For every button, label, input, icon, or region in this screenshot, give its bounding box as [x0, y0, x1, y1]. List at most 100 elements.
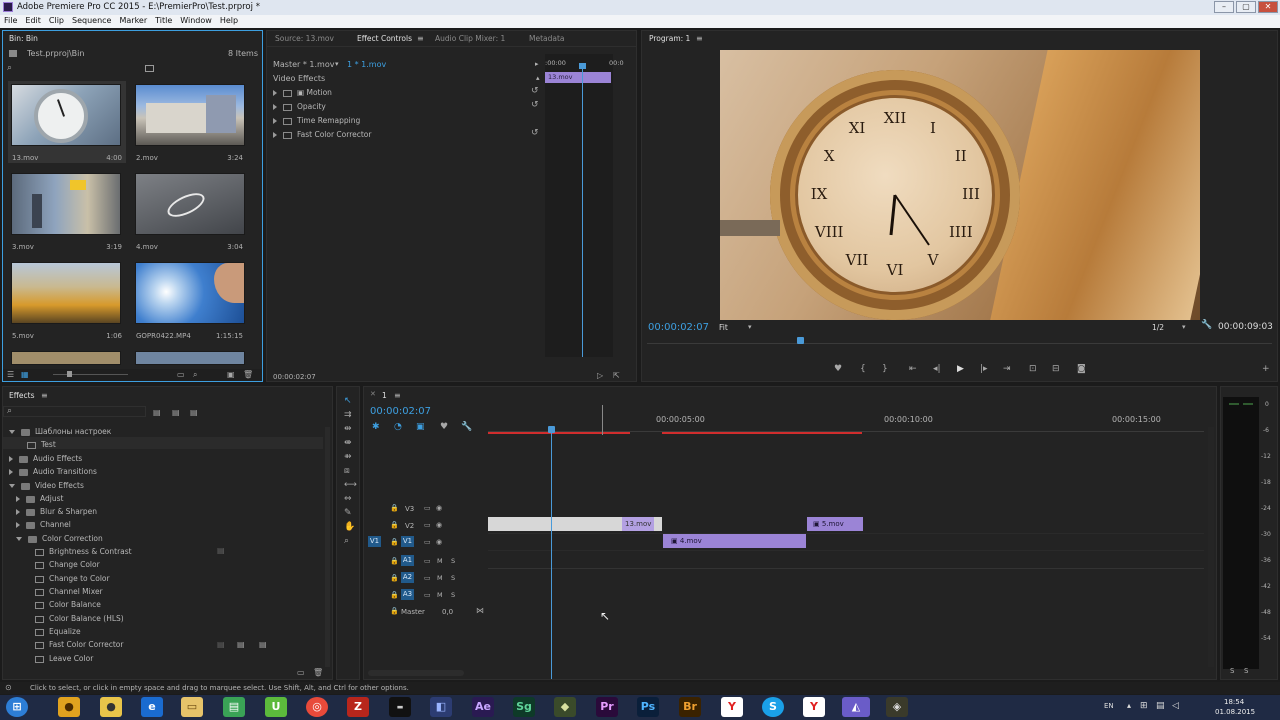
- thumbnail-more[interactable]: [11, 351, 121, 365]
- lock-icon[interactable]: 🔒: [390, 504, 399, 513]
- effect-opacity[interactable]: Opacity: [273, 102, 326, 111]
- taskbar-app-icon[interactable]: ◧: [430, 697, 452, 717]
- menu-icon[interactable]: ≡: [41, 391, 48, 400]
- network-icon[interactable]: ▤: [1156, 701, 1165, 711]
- export-frame-icon[interactable]: ◙: [1077, 365, 1086, 374]
- master-track-value[interactable]: 0,0: [442, 608, 453, 616]
- track-label-a3[interactable]: A3: [401, 589, 414, 600]
- chevron-down-icon[interactable]: ▾: [335, 60, 339, 68]
- tray-arrow-icon[interactable]: ▴: [1127, 701, 1131, 710]
- extract-icon[interactable]: ⊟: [1052, 365, 1060, 374]
- menu-title[interactable]: Title: [151, 15, 176, 25]
- icon-view-icon[interactable]: ▦: [21, 370, 29, 379]
- add-marker-icon[interactable]: ▣: [416, 423, 425, 432]
- solo-button[interactable]: S: [451, 591, 455, 599]
- zoom-tool-icon[interactable]: ⌕: [344, 537, 349, 546]
- new-bin-icon[interactable]: ▭: [177, 370, 185, 379]
- slip-tool-icon[interactable]: ⟷: [344, 481, 357, 490]
- yandex-browser-icon[interactable]: Y: [803, 697, 825, 717]
- mute-button[interactable]: M: [437, 557, 443, 565]
- effect-controls-timecode[interactable]: 00:00:02:07: [273, 373, 316, 381]
- play-icon[interactable]: ▶: [957, 365, 964, 374]
- thumbnail-more[interactable]: [135, 351, 245, 365]
- lock-icon[interactable]: 🔒: [390, 607, 399, 616]
- tree-presets[interactable]: Шаблоны настроек: [9, 427, 111, 436]
- reset-icon[interactable]: ↺: [531, 87, 539, 96]
- reset-icon[interactable]: ↺: [531, 129, 539, 138]
- track-select-tool-icon[interactable]: ⇉: [344, 411, 352, 420]
- resolution-select[interactable]: 1/2: [1152, 323, 1164, 332]
- lock-icon[interactable]: 🔒: [390, 591, 399, 600]
- taskbar-browser-icon[interactable]: e: [141, 697, 163, 717]
- rate-stretch-tool-icon[interactable]: ⇻: [344, 453, 352, 462]
- program-timeruler[interactable]: [642, 337, 1277, 347]
- solo-button[interactable]: S: [451, 574, 455, 582]
- zoom-slider-handle[interactable]: [67, 371, 72, 377]
- mark-in-icon[interactable]: {: [860, 365, 866, 374]
- wrench-icon[interactable]: 🔧: [461, 423, 472, 432]
- add-marker-icon[interactable]: ♥: [834, 365, 842, 374]
- chrome-icon[interactable]: ◎: [306, 697, 328, 717]
- speedgrade-icon[interactable]: Sg: [513, 697, 535, 717]
- clock-time[interactable]: 18:54: [1224, 698, 1244, 706]
- master-clip-label[interactable]: Master * 1.mov: [273, 60, 334, 69]
- search-icon[interactable]: ⌕: [193, 370, 197, 379]
- rolling-edit-tool-icon[interactable]: ⇼: [344, 439, 352, 448]
- taskbar-app-icon[interactable]: ●: [100, 697, 122, 717]
- lock-icon[interactable]: 🔒: [390, 574, 399, 583]
- selection-tool-icon[interactable]: ↖: [344, 397, 352, 406]
- go-to-end-icon[interactable]: ⋈: [476, 606, 484, 615]
- menu-sequence[interactable]: Sequence: [68, 15, 115, 25]
- 32bit-effects-icon[interactable]: ▤: [172, 408, 180, 417]
- new-bin-icon[interactable]: [145, 65, 154, 72]
- tree-channel[interactable]: Channel: [16, 520, 71, 529]
- tree-preset-test[interactable]: Test: [27, 440, 56, 449]
- eye-icon[interactable]: ◉: [436, 538, 442, 547]
- menu-edit[interactable]: Edit: [21, 15, 45, 25]
- menu-help[interactable]: Help: [216, 15, 242, 25]
- tree-color-balance-hls[interactable]: Color Balance (HLS): [35, 614, 124, 623]
- program-video-frame[interactable]: XII I II III IIII V VI VII VIII IX X XI: [720, 50, 1200, 320]
- trash-icon[interactable]: 🗑: [243, 370, 253, 379]
- premiere-icon[interactable]: Pr: [596, 697, 618, 717]
- fit-select[interactable]: Fit: [719, 323, 728, 332]
- thumbnail-3mov[interactable]: [11, 173, 121, 235]
- start-button[interactable]: ⊞: [6, 697, 28, 717]
- clip-bar[interactable]: 13.mov: [545, 72, 611, 83]
- timeline-clip-5mov[interactable]: ▣ 5.mov: [807, 517, 863, 531]
- taskbar-app-icon[interactable]: ◈: [886, 697, 908, 717]
- sync-lock-icon[interactable]: ▭: [424, 574, 431, 583]
- solo-right-button[interactable]: S: [1244, 667, 1248, 675]
- program-timecode[interactable]: 00:00:02:07: [648, 322, 709, 333]
- taskbar-app-icon[interactable]: ◆: [554, 697, 576, 717]
- tree-blur-sharpen[interactable]: Blur & Sharpen: [16, 507, 97, 516]
- tree-adjust[interactable]: Adjust: [16, 494, 63, 503]
- tab-sequence[interactable]: 1: [382, 391, 387, 400]
- source-patch-v1[interactable]: V1: [368, 536, 381, 547]
- taskbar-app-icon[interactable]: ▬: [389, 697, 411, 717]
- solo-button[interactable]: S: [451, 557, 455, 565]
- effects-scrollbar[interactable]: [325, 427, 330, 667]
- chevron-down-icon[interactable]: ▾: [748, 323, 752, 331]
- yuv-effects-icon[interactable]: ▤: [190, 408, 198, 417]
- tree-color-balance[interactable]: Color Balance: [35, 600, 101, 609]
- razor-tool-icon[interactable]: ⧈: [344, 467, 350, 476]
- taskbar-app-icon[interactable]: ●: [58, 697, 80, 717]
- menu-icon[interactable]: ≡: [417, 34, 424, 43]
- playhead-handle[interactable]: [548, 426, 555, 433]
- zoom-slider[interactable]: [53, 374, 128, 375]
- skype-icon[interactable]: S: [762, 697, 784, 717]
- bridge-icon[interactable]: Br: [679, 697, 701, 717]
- tree-brightness-contrast[interactable]: Brightness & Contrast: [35, 547, 132, 556]
- new-item-icon[interactable]: ▣: [227, 370, 235, 379]
- tab-bin[interactable]: Bin: Bin: [9, 34, 38, 43]
- thumbnail-2mov[interactable]: [135, 84, 245, 146]
- track-label-v2[interactable]: V2: [405, 522, 414, 530]
- menu-window[interactable]: Window: [176, 15, 216, 25]
- reset-icon[interactable]: ↺: [531, 101, 539, 110]
- tree-color-correction[interactable]: Color Correction: [16, 534, 103, 543]
- maximize-button[interactable]: ▢: [1236, 1, 1256, 13]
- tab-effects[interactable]: Effects: [9, 391, 35, 400]
- volume-icon[interactable]: ◁: [1172, 701, 1179, 711]
- close-tab-icon[interactable]: ✕: [370, 390, 376, 398]
